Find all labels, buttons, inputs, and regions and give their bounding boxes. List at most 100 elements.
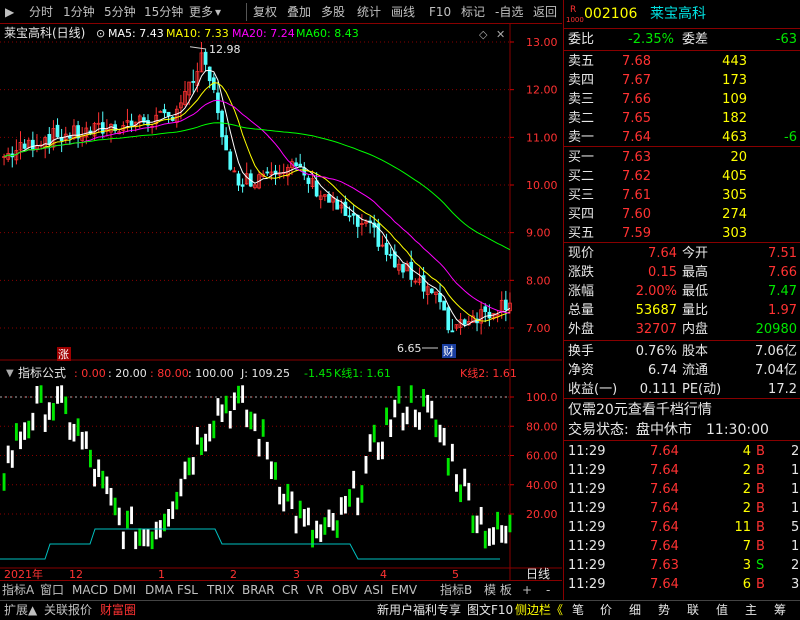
tick-direction: B bbox=[756, 577, 765, 592]
tab-cr[interactable]: CR bbox=[282, 582, 299, 599]
tick-volume: 11 bbox=[734, 520, 751, 535]
candle-body bbox=[483, 306, 488, 313]
stat-row: 总量 53687 量比 1.97 bbox=[564, 301, 800, 321]
tab-zhu[interactable]: 主 bbox=[745, 602, 757, 619]
tick-volume: 2 bbox=[742, 482, 751, 497]
ind-j: J: 109.25 bbox=[240, 367, 290, 380]
mark-button[interactable]: 标记 bbox=[458, 3, 488, 21]
promo-link[interactable]: 新用户福利专享 bbox=[377, 602, 461, 619]
promo-row[interactable]: 仅需20元查看千档行情 bbox=[564, 400, 800, 420]
order-price: 7.67 bbox=[622, 73, 651, 88]
tab-zhi[interactable]: 值 bbox=[716, 602, 728, 619]
tab-brar[interactable]: BRAR bbox=[242, 582, 275, 599]
stat-value: 1.97 bbox=[768, 303, 797, 318]
wealth-circle-button[interactable]: 财富圈 bbox=[100, 602, 136, 619]
stat-row: 净资 6.74 流通 7.04亿 bbox=[564, 361, 800, 381]
price-tick-label: 7.00 bbox=[526, 322, 551, 335]
low-price-label: 6.65 bbox=[397, 342, 422, 355]
order-label: 卖五 bbox=[568, 54, 595, 69]
stat-label: 收益(一) bbox=[568, 382, 618, 397]
weicha-label: 委差 bbox=[682, 32, 709, 47]
tab-template[interactable]: 模 板 bbox=[484, 582, 512, 599]
ma5-label: MA5: 7.43 bbox=[108, 27, 164, 40]
indicator-arrow-icon[interactable]: ▼ bbox=[6, 368, 14, 379]
stats-button[interactable]: 统计 bbox=[354, 3, 384, 21]
tab-fsl[interactable]: FSL bbox=[177, 582, 198, 599]
tab-macd[interactable]: MACD bbox=[72, 582, 108, 599]
f10-graphic-button[interactable]: 图文F10 bbox=[467, 602, 513, 619]
order-volume: 305 bbox=[722, 188, 747, 203]
promo-text[interactable]: 仅需20元查看千档行情 bbox=[568, 400, 712, 420]
tab-dmi[interactable]: DMI bbox=[113, 582, 136, 599]
stat-label: 净资 bbox=[568, 363, 595, 378]
tab-asi[interactable]: ASI bbox=[364, 582, 383, 599]
tab-window[interactable]: 窗口 bbox=[40, 582, 64, 599]
tab-bi[interactable]: 笔 bbox=[572, 602, 584, 619]
candle-body bbox=[129, 120, 134, 126]
multi-stock-button[interactable]: 多股 bbox=[318, 3, 348, 21]
tab-vr[interactable]: VR bbox=[307, 582, 324, 599]
overlay-button[interactable]: 叠加 bbox=[284, 3, 314, 21]
ma20-label: MA20: 7.24 bbox=[232, 27, 295, 40]
tab-trix[interactable]: TRIX bbox=[207, 582, 234, 599]
diamond-icon[interactable]: ◇ bbox=[479, 28, 488, 41]
period-daily-label[interactable]: 日线 bbox=[526, 567, 550, 581]
tab-jia[interactable]: 价 bbox=[600, 602, 612, 619]
tab-xi[interactable]: 细 bbox=[629, 602, 641, 619]
tab-chou[interactable]: 筹 bbox=[774, 602, 786, 619]
stat-label: 换手 bbox=[568, 344, 595, 359]
tick-time: 11:29 bbox=[568, 444, 606, 459]
tick-row: 11:29 7.64 7 B 1 bbox=[564, 537, 800, 557]
ind-k1-label: K线1: 1.61 bbox=[334, 366, 391, 380]
candle-body bbox=[335, 199, 340, 210]
tab-indicator-a[interactable]: 指标A bbox=[2, 582, 34, 599]
tab-dma[interactable]: DMA bbox=[145, 582, 173, 599]
tab-15min[interactable]: 15分钟 bbox=[141, 3, 186, 21]
back-button[interactable]: 返回 bbox=[530, 3, 560, 21]
stat-value: 7.66 bbox=[768, 265, 797, 280]
indicator-title: 指标公式 bbox=[18, 365, 66, 380]
expand-button[interactable]: 扩展▲ bbox=[4, 602, 37, 619]
indicator-step-line bbox=[0, 528, 500, 560]
candle-body bbox=[31, 139, 35, 151]
fuquan-button[interactable]: 复权 bbox=[250, 3, 280, 21]
zhang-badge-text: 涨 bbox=[58, 348, 69, 361]
chevron-down-icon[interactable]: ▾ bbox=[212, 3, 224, 21]
stat-label: 现价 bbox=[568, 246, 595, 261]
candle-body bbox=[401, 264, 405, 273]
candle-body bbox=[438, 292, 442, 303]
toolbar-arrow-icon[interactable]: ▶ bbox=[2, 3, 17, 21]
stat-label: 流通 bbox=[682, 363, 709, 378]
order-label: 卖四 bbox=[568, 73, 595, 88]
order-price: 7.68 bbox=[622, 54, 651, 69]
tab-indicator-b[interactable]: 指标B bbox=[440, 582, 472, 599]
candle-body bbox=[55, 124, 60, 138]
tab-emv[interactable]: EMV bbox=[391, 582, 417, 599]
tab-lian[interactable]: 联 bbox=[687, 602, 699, 619]
kline-chart[interactable]: 13.00 12.00 11.00 10.00 9.00 8.00 7.00 100.0 80.… bbox=[0, 24, 562, 594]
ind-v3: : 80.00 bbox=[150, 367, 189, 380]
related-quote-button[interactable]: 关联报价 bbox=[44, 602, 92, 619]
tick-count: 1 bbox=[791, 501, 800, 516]
tab-fenshi[interactable]: 分时 bbox=[26, 3, 56, 21]
tick-price: 7.64 bbox=[650, 539, 679, 554]
draw-line-button[interactable]: 画线 bbox=[388, 3, 418, 21]
stat-label: 量比 bbox=[682, 303, 709, 318]
tab-5min[interactable]: 5分钟 bbox=[101, 3, 139, 21]
quote-panel: R 1000 002106 莱宝高科 委比 -2.35% 委差 -63 卖五 7.… bbox=[563, 0, 800, 600]
indicator-tick-label: 60.00 bbox=[526, 450, 558, 463]
ma-collapse-icon[interactable]: ⊙ bbox=[96, 27, 105, 40]
tab-shi[interactable]: 势 bbox=[658, 602, 670, 619]
sidebar-toggle[interactable]: 侧边栏《 bbox=[515, 602, 563, 619]
f10-button[interactable]: F10 bbox=[426, 3, 454, 21]
watchlist-button[interactable]: -自选 bbox=[492, 3, 526, 21]
add-indicator-button[interactable]: + bbox=[522, 582, 532, 599]
close-icon[interactable]: ✕ bbox=[496, 28, 505, 41]
tick-time: 11:29 bbox=[568, 520, 606, 535]
tab-1min[interactable]: 1分钟 bbox=[60, 3, 98, 21]
indicator-tick-label: 100.0 bbox=[526, 391, 558, 404]
sell-row: 卖二 7.65 182 bbox=[564, 109, 800, 129]
kline-candles bbox=[2, 41, 512, 335]
remove-indicator-button[interactable]: - bbox=[546, 582, 550, 599]
tab-obv[interactable]: OBV bbox=[332, 582, 358, 599]
